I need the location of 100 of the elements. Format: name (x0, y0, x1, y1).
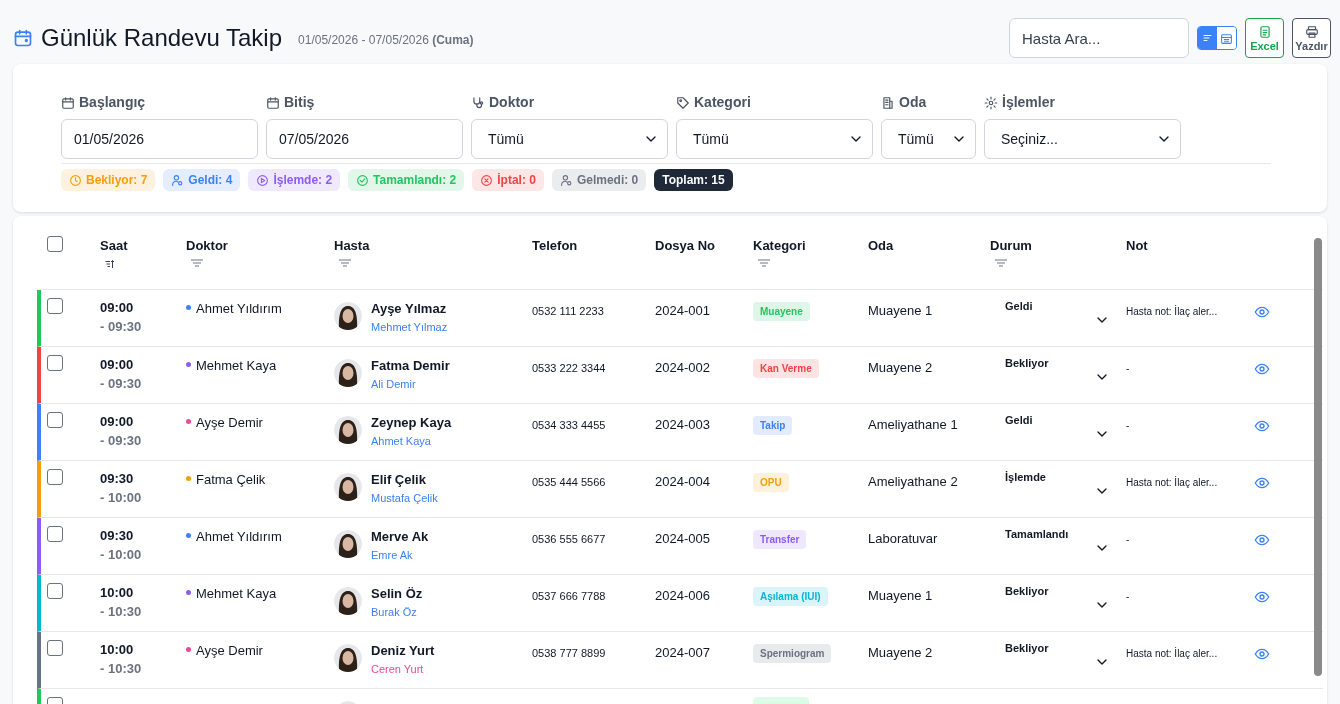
select-field[interactable]: Seçiniz... (984, 119, 1181, 159)
room-name: Ameliyathane 1 (868, 417, 958, 432)
select-field[interactable]: Tümü (471, 119, 668, 159)
avatar-icon (334, 473, 362, 501)
status-select[interactable]: Geldi (990, 412, 1126, 452)
status-select[interactable]: Bekliyor (990, 355, 1126, 395)
start-time: 09:00 (100, 356, 134, 374)
checkbox[interactable] (47, 298, 63, 314)
avatar-icon (334, 416, 362, 444)
checkbox[interactable] (47, 236, 63, 252)
room-name: Muayene 2 (868, 645, 933, 660)
relative-name[interactable]: Ahmet Kaya (371, 432, 431, 449)
stethoscope-icon (471, 95, 485, 110)
doctor-name: Ahmet Yıldırım (196, 300, 282, 318)
checkbox[interactable] (47, 355, 63, 371)
calendar-icon (13, 28, 33, 48)
end-time: - 09:30 (100, 375, 142, 393)
status-select[interactable]: Bekliyor (990, 583, 1126, 623)
file-number: 2024-005 (655, 531, 710, 546)
status-select[interactable]: Geldi (990, 298, 1126, 338)
select-field[interactable]: Tümü (881, 119, 976, 159)
category-badge: Takip (753, 416, 793, 435)
print-button[interactable]: Yazdır (1292, 18, 1331, 58)
calendar-icon (1220, 31, 1233, 45)
note-text: Hasta not: İlaç aler... (1126, 477, 1218, 488)
date-field[interactable]: 07/05/2026 (266, 119, 463, 159)
view-icon[interactable] (1254, 418, 1270, 434)
column-header: Durum (990, 237, 1032, 255)
note-text: Hasta not: İlaç aler... (1126, 648, 1218, 659)
status-count-badge: Geldi: 4 (163, 169, 241, 191)
doctor-name: Fatma Çelik (196, 471, 266, 489)
appointment-row[interactable]: 10:00 - 10:30 Ayşe Demir Deniz Yurt Ceren Yurt 0538 777 8899 2024-007 Spermiogram Muayene 2 Bekliyor Hasta not: İlaç aler... (37, 632, 1323, 689)
status-count-badge: İptal: 0 (472, 169, 544, 191)
room-name: Muayene 1 (868, 303, 933, 318)
column-header: Saat (100, 237, 128, 255)
category-badge: Kan Verme (753, 359, 819, 378)
relative-name[interactable]: Ali Demir (371, 375, 416, 392)
phone-number: 0537 666 7788 (532, 590, 606, 602)
file-number: 2024-007 (655, 645, 710, 660)
tag-icon (676, 95, 690, 110)
settings-icon (984, 95, 998, 110)
phone-number: 0538 777 8899 (532, 647, 606, 659)
file-number: 2024-003 (655, 417, 710, 432)
filter-label: Oda (899, 93, 927, 112)
doctor-name: Ayşe Demir (196, 642, 263, 660)
relative-name[interactable]: Ceren Yurt (371, 660, 424, 677)
relative-name[interactable]: Mehmet Yılmaz (371, 318, 448, 335)
view-icon[interactable] (1254, 646, 1270, 662)
list-view-button[interactable] (1198, 27, 1217, 49)
view-icon[interactable] (1254, 304, 1270, 320)
start-time: 09:00 (100, 413, 134, 431)
checkbox[interactable] (47, 583, 63, 599)
document-icon (1257, 24, 1272, 39)
calendar-view-button[interactable] (1217, 27, 1236, 49)
select-field[interactable]: Tümü (676, 119, 873, 159)
checkbox[interactable] (47, 526, 63, 542)
relative-name[interactable]: Emre Ak (371, 546, 413, 563)
filter-label: Bitiş (284, 93, 315, 112)
cancel-icon (480, 173, 494, 187)
file-number: 2024-006 (655, 588, 710, 603)
column-header: Dosya No (655, 237, 715, 255)
checkbox[interactable] (47, 640, 63, 656)
note-text: Hasta not: İlaç aler... (1126, 306, 1218, 317)
checkbox[interactable] (47, 469, 63, 485)
phone-number: 0535 444 5566 (532, 476, 606, 488)
end-time: - 10:00 (100, 489, 142, 507)
doctor-name: Ayşe Demir (196, 414, 263, 432)
person-icon (171, 173, 185, 187)
phone-number: 0533 222 3344 (532, 362, 606, 374)
end-time: - 09:30 (100, 318, 142, 336)
checkbox[interactable] (47, 412, 63, 428)
date-field[interactable]: 01/05/2026 (61, 119, 258, 159)
end-time: - 09:30 (100, 432, 142, 450)
status-count-badge: Bekliyor: 7 (61, 169, 156, 191)
column-header: Kategori (753, 237, 806, 255)
view-icon[interactable] (1254, 361, 1270, 377)
relative-name[interactable]: Burak Öz (371, 603, 417, 620)
note-text: - (1126, 420, 1130, 431)
scrollbar[interactable] (1314, 238, 1322, 676)
play-icon (256, 173, 270, 187)
category-badge: OPU (753, 473, 789, 492)
category-badge: Spermiogram (753, 644, 832, 663)
relative-name[interactable]: Mustafa Çelik (371, 489, 438, 506)
patient-name: Selin Öz (371, 585, 423, 603)
view-icon[interactable] (1254, 475, 1270, 491)
view-icon[interactable] (1254, 589, 1270, 605)
view-icon[interactable] (1254, 532, 1270, 548)
status-select[interactable]: İşlemde (990, 469, 1126, 509)
search-field[interactable]: Hasta Ara... (1009, 18, 1189, 58)
status-select[interactable]: Tamamlandı (990, 526, 1126, 566)
end-time: - 10:00 (100, 546, 142, 564)
note-text: - (1126, 363, 1130, 374)
phone-number: 0536 555 6677 (532, 533, 606, 545)
room-name: Muayene 1 (868, 588, 933, 603)
building-icon (881, 95, 895, 110)
room-name: Laboratuvar (868, 531, 938, 546)
note-text: - (1126, 591, 1130, 602)
status-count-badge: İşlemde: 2 (248, 169, 341, 191)
avatar-icon (334, 644, 362, 672)
status-select[interactable]: Bekliyor (990, 640, 1126, 680)
